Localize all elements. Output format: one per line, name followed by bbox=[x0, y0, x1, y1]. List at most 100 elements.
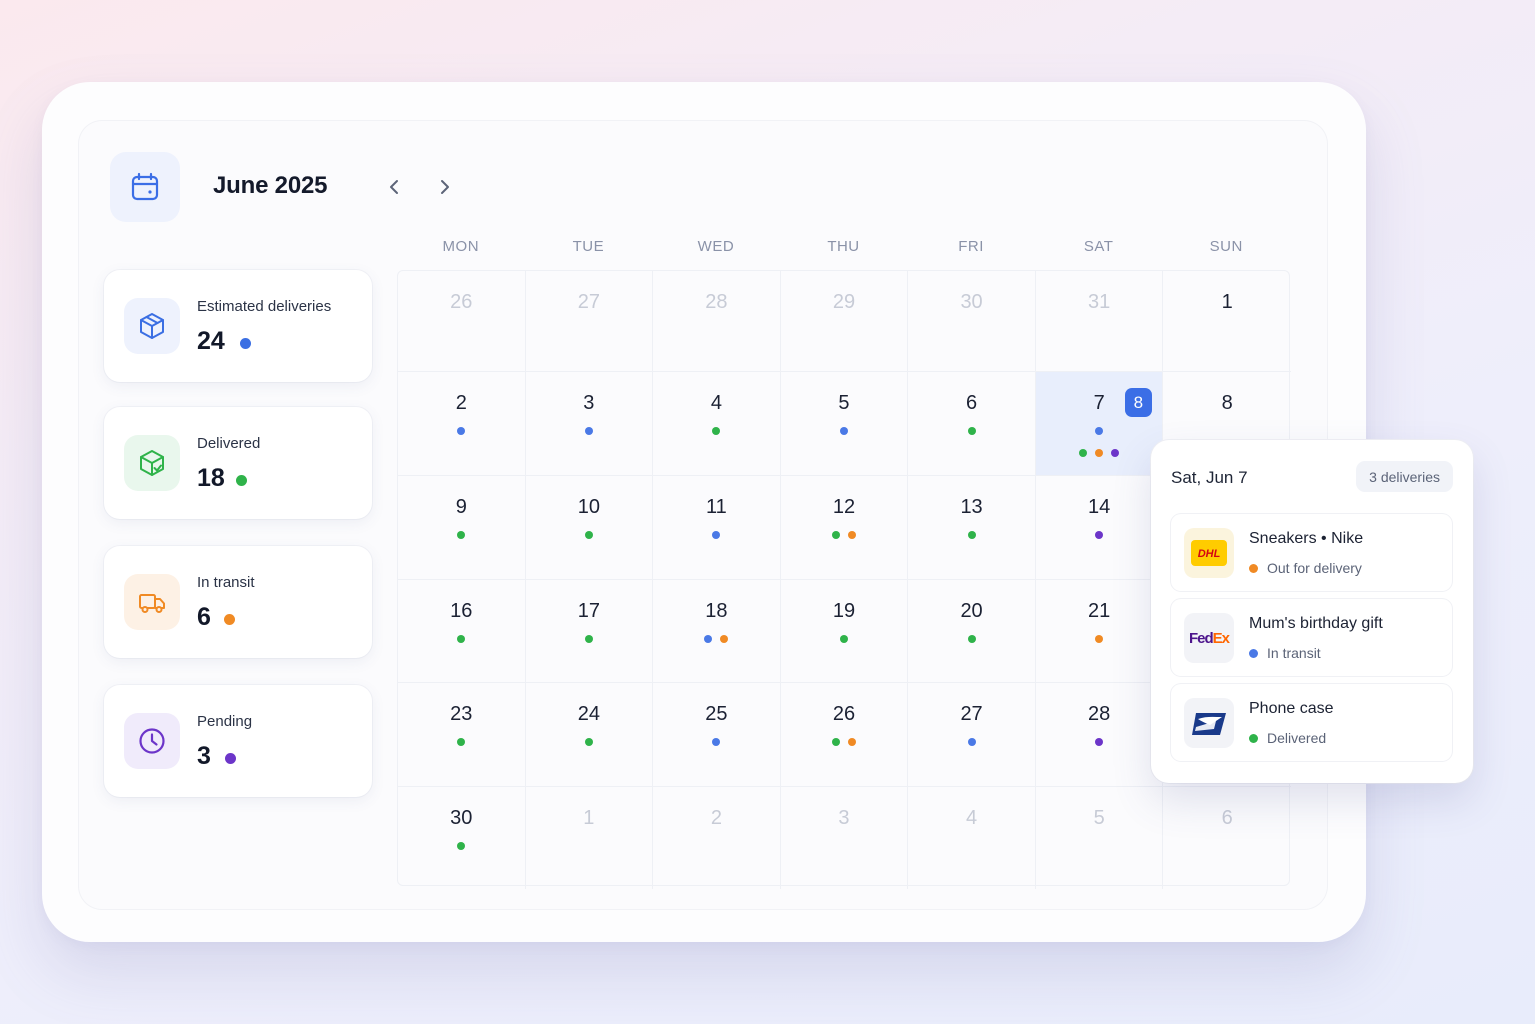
day-cell[interactable]: 24 bbox=[525, 683, 654, 787]
clock-icon bbox=[124, 713, 180, 769]
day-cell[interactable]: 25 bbox=[653, 683, 781, 787]
chevron-right-icon bbox=[441, 180, 449, 194]
delivery-dots bbox=[526, 531, 653, 539]
day-cell[interactable]: 10 bbox=[525, 476, 654, 580]
day-cell[interactable]: 5 bbox=[780, 372, 909, 476]
day-cell[interactable]: 14 bbox=[1035, 476, 1164, 580]
day-cell[interactable]: 11 bbox=[653, 476, 781, 580]
stat-value: 18 bbox=[197, 464, 225, 492]
day-number: 4 bbox=[966, 807, 978, 829]
day-number: 19 bbox=[832, 600, 856, 622]
stat-card-delivered[interactable]: Delivered 18 bbox=[104, 407, 372, 519]
delivery-item[interactable]: Phone case Delivered bbox=[1171, 684, 1452, 761]
delivery-dots bbox=[908, 738, 1035, 746]
day-number: 21 bbox=[1088, 600, 1111, 622]
day-cell[interactable]: 27 bbox=[908, 683, 1036, 787]
day-number: 27 bbox=[577, 291, 600, 313]
fedex-wordmark: FedEx bbox=[1189, 630, 1230, 647]
day-number: 18 bbox=[705, 600, 728, 622]
day-cell[interactable]: 28 bbox=[653, 271, 781, 372]
delivery-item[interactable]: DHL Sneakers • Nike Out for delivery bbox=[1171, 514, 1452, 591]
delivery-item[interactable]: FedEx Mum's birthday gift In transit bbox=[1171, 599, 1452, 676]
status-dot bbox=[1095, 635, 1104, 643]
stat-card-estimated[interactable]: Estimated deliveries 24 bbox=[104, 270, 372, 382]
day-cell[interactable]: 26 bbox=[780, 683, 909, 787]
day-cell[interactable]: 2 bbox=[653, 787, 781, 889]
delivery-title: Sneakers • Nike bbox=[1249, 530, 1364, 547]
day-cell[interactable]: 6 bbox=[908, 372, 1036, 476]
delivery-dots bbox=[1036, 531, 1163, 539]
day-number: 6 bbox=[1221, 807, 1233, 829]
delivery-dots bbox=[1036, 635, 1163, 643]
day-number: 3 bbox=[838, 807, 850, 829]
day-cell[interactable]: 2 bbox=[398, 372, 526, 476]
day-cell[interactable]: 19 bbox=[780, 580, 909, 683]
delivery-dots bbox=[653, 531, 780, 539]
day-cell[interactable]: 21 bbox=[1035, 580, 1164, 683]
delivery-title: Mum's birthday gift bbox=[1249, 615, 1383, 632]
day-cell[interactable]: 26 bbox=[398, 271, 526, 372]
day-cell[interactable]: 30 bbox=[398, 787, 526, 889]
day-cell[interactable]: 4 bbox=[908, 787, 1036, 889]
status-dot bbox=[1249, 564, 1258, 573]
day-number: 30 bbox=[450, 807, 473, 829]
day-cell[interactable]: 27 bbox=[525, 271, 654, 372]
day-cell[interactable]: 18 bbox=[653, 580, 781, 683]
day-cell[interactable]: 20 bbox=[908, 580, 1036, 683]
dhl-logo-icon: DHL bbox=[1184, 528, 1234, 578]
status-dot bbox=[1111, 449, 1120, 457]
delivery-dots bbox=[1036, 449, 1163, 457]
day-cell[interactable]: 17 bbox=[525, 580, 654, 683]
day-cell-selected[interactable]: 78 bbox=[1035, 372, 1164, 476]
stat-value: 3 bbox=[197, 742, 211, 770]
month-title: June 2025 bbox=[213, 172, 328, 199]
day-cell[interactable]: 1 bbox=[526, 787, 654, 889]
day-cell[interactable]: 13 bbox=[908, 476, 1036, 580]
day-number: 25 bbox=[705, 703, 728, 725]
day-cell[interactable]: 5 bbox=[1036, 787, 1164, 889]
delivery-dots bbox=[653, 635, 780, 643]
day-cell[interactable]: 16 bbox=[398, 580, 526, 683]
day-cell[interactable]: 31 bbox=[1035, 271, 1164, 372]
day-number: 5 bbox=[838, 392, 850, 414]
day-number: 31 bbox=[1088, 291, 1111, 313]
delivery-status: Delivered bbox=[1267, 730, 1327, 746]
delivery-count-badge: 8 bbox=[1124, 388, 1152, 417]
day-cell[interactable]: 23 bbox=[398, 683, 526, 787]
stat-card-pending[interactable]: Pending 3 bbox=[104, 685, 372, 797]
prev-month-button[interactable] bbox=[382, 175, 406, 199]
day-cell[interactable]: 12 bbox=[780, 476, 909, 580]
day-cell[interactable]: 9 bbox=[398, 476, 526, 580]
day-cell[interactable]: 1 bbox=[1163, 271, 1291, 372]
truck-icon bbox=[124, 574, 180, 630]
delivery-dots bbox=[653, 427, 780, 435]
popover-date: Sat, Jun 7 bbox=[1171, 468, 1248, 487]
status-dot bbox=[847, 738, 856, 746]
stat-card-in-transit[interactable]: In transit 6 bbox=[104, 546, 372, 658]
status-dot bbox=[584, 635, 593, 643]
status-dot bbox=[457, 427, 466, 435]
delivery-dots bbox=[398, 531, 525, 539]
stat-label: Pending bbox=[197, 713, 253, 730]
day-number: 24 bbox=[577, 703, 600, 725]
status-dot bbox=[831, 738, 840, 746]
day-cell[interactable]: 3 bbox=[525, 372, 654, 476]
weekday-label: SUN bbox=[1209, 238, 1243, 255]
status-dot bbox=[967, 531, 976, 539]
day-number: 30 bbox=[960, 291, 983, 313]
day-cell[interactable]: 29 bbox=[780, 271, 909, 372]
status-dot bbox=[720, 635, 729, 643]
day-number: 28 bbox=[1088, 703, 1111, 725]
day-cell[interactable]: 28 bbox=[1035, 683, 1164, 787]
delivery-dots bbox=[908, 531, 1035, 539]
day-number: 9 bbox=[455, 496, 467, 518]
next-month-button[interactable] bbox=[433, 175, 457, 199]
day-cell[interactable]: 6 bbox=[1163, 787, 1291, 889]
day-cell[interactable]: 3 bbox=[781, 787, 909, 889]
day-number: 2 bbox=[710, 807, 722, 829]
day-number: 28 bbox=[705, 291, 728, 313]
day-cell[interactable]: 30 bbox=[908, 271, 1036, 372]
chevron-left-icon bbox=[390, 180, 398, 194]
package-icon bbox=[124, 298, 180, 354]
day-cell[interactable]: 4 bbox=[653, 372, 781, 476]
